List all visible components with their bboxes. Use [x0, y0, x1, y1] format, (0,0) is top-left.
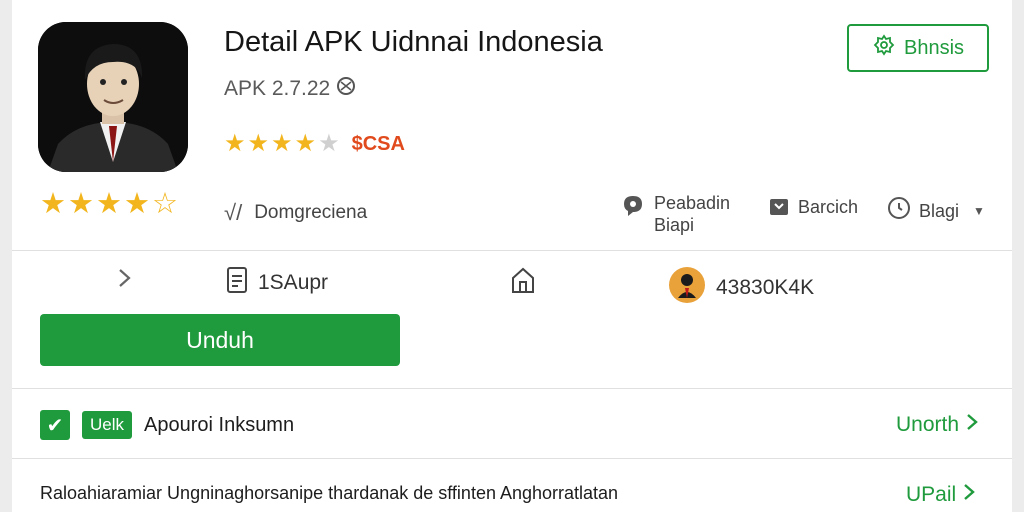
divider — [12, 458, 1012, 459]
description-link[interactable]: UPail — [906, 482, 976, 508]
divider — [12, 388, 1012, 389]
chevron-right-icon — [965, 412, 979, 438]
app-icon — [38, 22, 188, 172]
badge-action[interactable]: Barcich — [768, 196, 858, 223]
developer-row: √/ Domgreciena — [224, 200, 367, 226]
downloads-info: 43830K4K — [668, 266, 814, 310]
star-icon: ★ — [40, 188, 66, 220]
chevron-right-icon — [116, 266, 134, 296]
chevron-right-icon — [962, 482, 976, 508]
app-version: APK 2.7.22 — [224, 76, 356, 102]
expand-chevron[interactable] — [116, 266, 134, 296]
globe-icon — [336, 76, 356, 102]
star-icon: ★ — [294, 130, 317, 157]
clock-icon — [887, 196, 911, 225]
divider — [12, 250, 1012, 251]
size-value: 1SAupr — [258, 271, 329, 294]
description-text: Raloahiaramiar Ungninaghorsanipe thardan… — [40, 483, 619, 503]
price-label: $CSA — [351, 132, 405, 155]
size-info: 1SAupr — [226, 266, 328, 300]
language-button-label: Bhnsis — [903, 36, 965, 59]
badge-label: Barcich — [798, 197, 859, 217]
install-info — [510, 266, 536, 300]
star-icon: ★ — [224, 130, 246, 157]
developer-icon: √/ — [224, 200, 243, 225]
downloads-value: 43830K4K — [716, 276, 815, 299]
developer-name[interactable]: Domgreciena — [254, 202, 367, 224]
share-label: Peabadin — [654, 193, 731, 213]
verified-text: Apouroi Inksumn — [144, 413, 295, 436]
star-icon: ★ — [68, 188, 94, 220]
checkmark-icon: ✔ — [40, 410, 70, 440]
version-label: APK 2.7.22 — [224, 77, 331, 100]
share-sublabel: Biapi — [654, 215, 695, 235]
verified-link-label: Unorth — [896, 413, 960, 436]
chevron-down-icon: ▼ — [973, 203, 985, 218]
language-button[interactable]: Bhnsis — [847, 24, 989, 72]
star-icon: ★ — [247, 130, 270, 157]
rating-stars: ★ ★ ★ ★ ★ $CSA — [224, 132, 405, 156]
star-icon: ★ — [271, 130, 293, 157]
verified-link[interactable]: Unorth — [896, 412, 979, 438]
star-icon: ★ — [124, 188, 150, 220]
house-icon — [510, 266, 536, 300]
share-action[interactable]: Peabadin Biapi — [620, 192, 730, 236]
badge-icon — [768, 196, 790, 223]
star-icon: ★ — [318, 130, 340, 157]
share-icon — [620, 192, 646, 223]
report-action[interactable]: Blagi ▼ — [887, 196, 985, 225]
star-icon: ★ — [96, 188, 122, 220]
user-avatar-icon — [668, 266, 706, 310]
star-outline-icon: ☆ — [152, 188, 178, 220]
verified-tag: Uelk — [82, 411, 133, 439]
verified-row: ✔ Uelk Apouroi Inksumn — [40, 410, 294, 440]
file-icon — [226, 266, 248, 300]
app-title: Detail APK Uidnnai Indonesia — [224, 26, 603, 58]
description-link-label: UPail — [906, 483, 957, 506]
description-row: Raloahiaramiar Ungninaghorsanipe thardan… — [40, 483, 618, 504]
download-button[interactable]: Unduh — [40, 314, 400, 366]
rating-stars-large: ★ ★ ★ ★ ☆ — [40, 190, 178, 219]
gear-icon — [872, 33, 896, 63]
report-label: Blagi — [919, 200, 960, 221]
